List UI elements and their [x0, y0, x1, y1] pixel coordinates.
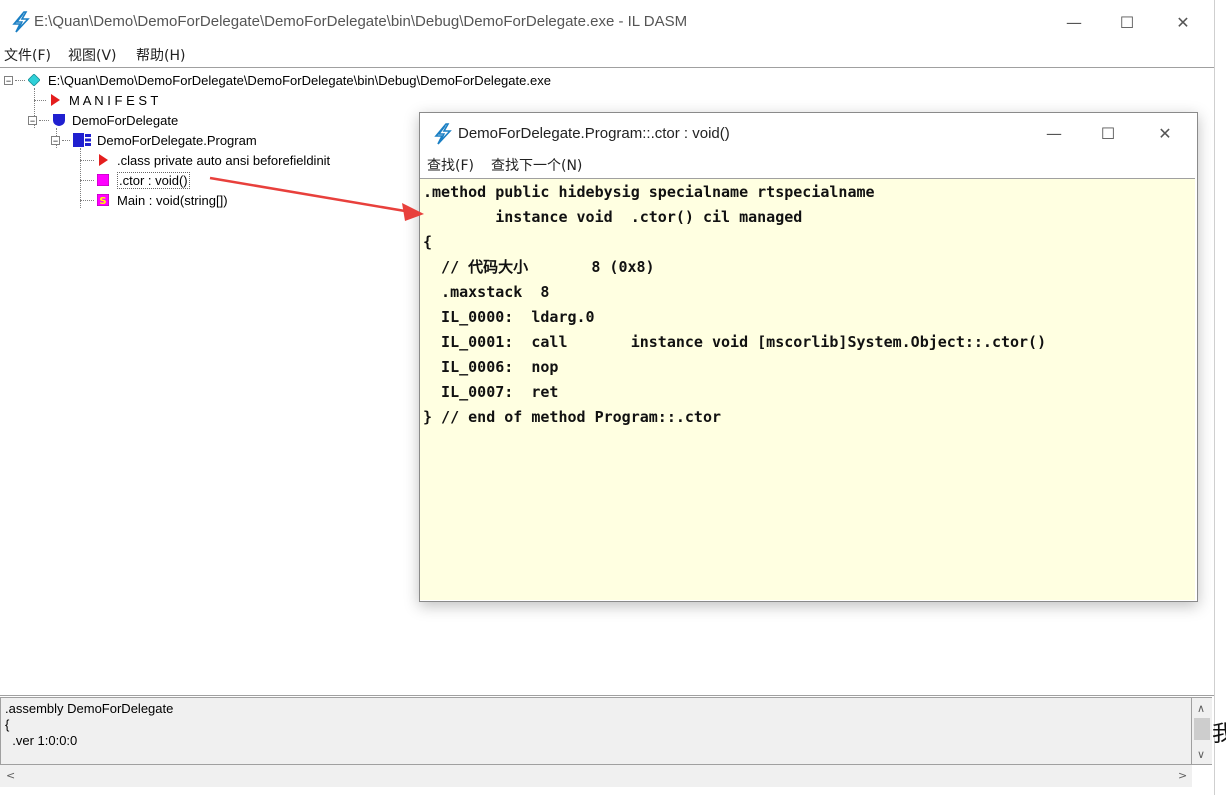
vertical-scrollbar[interactable]: ∧ ∨ — [1192, 697, 1212, 765]
menu-find-next[interactable]: 查找下一个(N) — [491, 155, 582, 175]
collapse-icon[interactable]: − — [28, 115, 37, 125]
title-bar[interactable]: E:\Quan\Demo\DemoForDelegate\DemoForDele… — [0, 0, 1214, 44]
tree-main-label: Main : void(string[]) — [117, 192, 228, 208]
dialog-title: DemoForDelegate.Program::.ctor : void() — [458, 125, 730, 142]
menu-find[interactable]: 查找(F) — [427, 155, 474, 175]
lightning-icon — [12, 11, 30, 33]
collapse-icon[interactable]: − — [51, 135, 60, 145]
code-line: IL_0006: nop — [423, 358, 559, 376]
menu-file[interactable]: 文件(F) — [4, 45, 51, 65]
tree-item-manifest[interactable]: M A N I F E S T — [34, 90, 158, 110]
lightning-icon — [434, 123, 452, 145]
info-line: .ver 1:0:0:0 — [5, 733, 78, 748]
minimize-icon: — — [1066, 12, 1082, 32]
close-icon: ✕ — [1158, 123, 1172, 143]
tree-item-class-info[interactable]: .class private auto ansi beforefieldinit — [80, 150, 330, 170]
tree-namespace-label: DemoForDelegate — [72, 112, 179, 128]
code-line: .maxstack 8 — [423, 283, 550, 301]
code-line: // 代码大小 8 (0x8) — [423, 258, 655, 276]
dialog-menu-bar: 查找(F) 查找下一个(N) — [420, 153, 1197, 177]
info-panel[interactable]: .assembly DemoForDelegate { .ver 1:0:0:0 — [0, 697, 1192, 765]
tree-connector — [15, 79, 25, 81]
scroll-up-icon[interactable]: ∧ — [1197, 702, 1205, 715]
assembly-diamond-icon — [28, 74, 40, 86]
tree-connector — [80, 159, 94, 161]
tree-class-info-label: .class private auto ansi beforefieldinit — [117, 152, 331, 168]
namespace-shield-icon — [53, 114, 65, 126]
tree-ctor-label: .ctor : void() — [117, 171, 190, 189]
tree-class-label: DemoForDelegate.Program — [97, 132, 257, 148]
manifest-triangle-icon — [51, 94, 60, 106]
maximize-icon: ☐ — [1119, 12, 1135, 32]
class-info-triangle-icon — [99, 154, 108, 166]
code-line: IL_0007: ret — [423, 383, 559, 401]
code-line: instance void .ctor() cil managed — [423, 208, 803, 226]
svg-text:S: S — [99, 196, 106, 206]
scroll-thumb[interactable] — [1194, 718, 1210, 740]
method-dialog: DemoForDelegate.Program::.ctor : void() … — [419, 112, 1198, 602]
tree-connector — [80, 179, 94, 181]
dialog-close-button[interactable]: ✕ — [1145, 118, 1185, 148]
class-icon — [73, 133, 91, 147]
collapse-icon[interactable]: − — [4, 75, 13, 85]
minimize-icon: — — [1046, 123, 1062, 143]
close-icon: ✕ — [1176, 12, 1190, 32]
close-button[interactable]: ✕ — [1163, 7, 1203, 37]
side-text: 我 — [1212, 722, 1226, 747]
code-line: } // end of method Program::.ctor — [423, 408, 722, 426]
tree-item-ctor[interactable]: .ctor : void() — [80, 170, 190, 190]
tree-connector — [80, 199, 94, 201]
tree-manifest-label: M A N I F E S T — [69, 92, 159, 108]
horizontal-scrollbar[interactable]: < > — [0, 765, 1192, 787]
tree-item-main[interactable]: S Main : void(string[]) — [80, 190, 228, 210]
maximize-icon: ☐ — [1100, 123, 1116, 143]
static-method-icon: S — [97, 194, 109, 206]
tree-root-label: E:\Quan\Demo\DemoForDelegate\DemoForDele… — [48, 72, 551, 88]
window-title: E:\Quan\Demo\DemoForDelegate\DemoForDele… — [34, 13, 688, 30]
tree-connector — [34, 99, 46, 101]
scroll-right-icon[interactable]: > — [1178, 769, 1187, 782]
method-icon — [97, 174, 109, 186]
tree-item-namespace[interactable]: − DemoForDelegate — [28, 110, 178, 130]
tree-item-class[interactable]: − DemoForDelegate.Program — [51, 130, 257, 150]
menu-help[interactable]: 帮助(H) — [136, 45, 185, 65]
code-line: IL_0001: call instance void [mscorlib]Sy… — [423, 333, 1047, 351]
menu-view[interactable]: 视图(V) — [68, 45, 117, 65]
tree-item-root[interactable]: − E:\Quan\Demo\DemoForDelegate\DemoForDe… — [4, 70, 551, 90]
info-line: { — [5, 717, 10, 732]
info-line: .assembly DemoForDelegate — [5, 701, 174, 716]
minimize-button[interactable]: — — [1054, 7, 1094, 37]
dialog-minimize-button[interactable]: — — [1034, 118, 1074, 148]
code-line: IL_0000: ldarg.0 — [423, 308, 595, 326]
tree-connector — [39, 119, 49, 121]
tree-connector — [62, 139, 70, 141]
menu-bar: 文件(F) 视图(V) 帮助(H) — [0, 43, 1214, 65]
dialog-maximize-button[interactable]: ☐ — [1088, 118, 1128, 148]
code-line: .method public hidebysig specialname rts… — [423, 183, 875, 201]
scroll-left-icon[interactable]: < — [6, 769, 15, 782]
scroll-down-icon[interactable]: ∨ — [1197, 748, 1205, 761]
maximize-button[interactable]: ☐ — [1107, 7, 1147, 37]
code-view[interactable]: .method public hidebysig specialname rts… — [420, 178, 1195, 600]
code-line: { — [423, 233, 433, 251]
